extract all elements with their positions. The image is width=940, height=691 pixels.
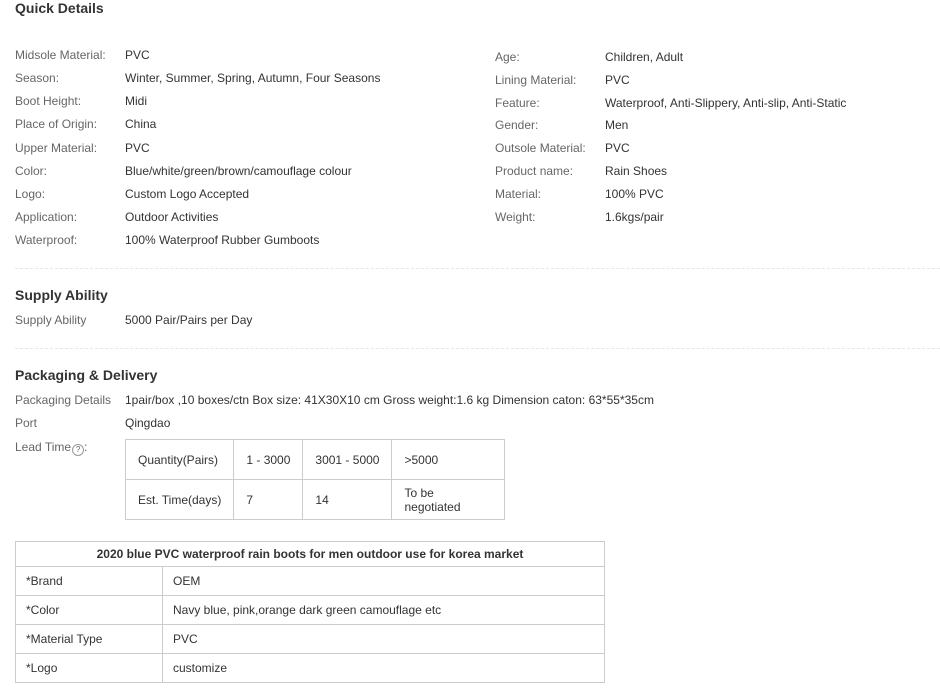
table-cell: 1 - 3000	[233, 439, 304, 480]
detail-value: 100% Waterproof Rubber Gumboots	[125, 233, 320, 247]
detail-label: Application:	[15, 210, 78, 224]
help-icon[interactable]: ?	[72, 444, 85, 456]
port-value: Qingdao	[125, 416, 171, 430]
supply-ability-label: Supply Ability	[15, 313, 87, 327]
detail-value: Custom Logo Accepted	[125, 187, 250, 201]
spec-key: *Logo	[15, 653, 163, 683]
table-cell: >5000	[391, 439, 506, 480]
detail-value: Outdoor Activities	[125, 210, 219, 224]
detail-value: Children, Adult	[605, 50, 684, 64]
section-divider	[15, 268, 940, 269]
detail-label: Outsole Material:	[495, 141, 586, 155]
spec-key: *Brand	[15, 566, 163, 596]
table-row: Quantity(Pairs) 1 - 3000 3001 - 5000 >50…	[124, 439, 506, 480]
detail-value: 1.6kgs/pair	[605, 210, 664, 224]
table-row: 2020 blue PVC waterproof rain boots for …	[15, 541, 605, 567]
detail-value: PVC	[605, 73, 630, 87]
detail-value: Blue/white/green/brown/camouflage colour	[125, 164, 352, 178]
table-cell: Est. Time(days)	[124, 479, 235, 520]
detail-label: Season:	[15, 71, 60, 85]
packaging-delivery-title: Packaging & Delivery	[15, 367, 158, 383]
product-spec-table: 2020 blue PVC waterproof rain boots for …	[15, 541, 605, 683]
detail-label: Product name:	[495, 164, 574, 178]
detail-label: Waterproof:	[15, 233, 78, 247]
lead-time-text: Lead Time	[15, 440, 72, 454]
spec-value: Navy blue, pink,orange dark green camouf…	[162, 595, 605, 625]
spec-key: *Color	[15, 595, 163, 625]
detail-label: Logo:	[15, 187, 46, 201]
detail-value: Waterproof, Anti-Slippery, Anti-slip, An…	[605, 96, 847, 110]
detail-label: Color:	[15, 164, 48, 178]
lead-time-label: Lead Time?:	[15, 440, 87, 456]
spec-key: *Material Type	[15, 624, 163, 654]
table-row: Est. Time(days) 7 14 To be negotiated	[124, 479, 506, 520]
table-cell: To be negotiated	[391, 479, 506, 520]
table-row: *Brand OEM	[15, 566, 605, 596]
detail-label: Boot Height:	[15, 94, 82, 108]
table-row: *Material Type PVC	[15, 624, 605, 654]
detail-value: 100% PVC	[605, 187, 664, 201]
table-cell: 3001 - 5000	[302, 439, 393, 480]
supply-ability-value: 5000 Pair/Pairs per Day	[125, 313, 253, 327]
detail-value: China	[125, 117, 157, 131]
detail-label: Place of Origin:	[15, 117, 98, 131]
detail-label: Weight:	[495, 210, 536, 224]
detail-label: Gender:	[495, 118, 539, 132]
table-cell: Quantity(Pairs)	[124, 439, 235, 480]
lead-time-colon: :	[84, 440, 88, 454]
spec-value: PVC	[162, 624, 605, 654]
lead-time-table: Quantity(Pairs) 1 - 3000 3001 - 5000 >50…	[124, 439, 506, 520]
detail-value: Rain Shoes	[605, 164, 668, 178]
table-cell: 7	[233, 479, 304, 520]
table-row: *Color Navy blue, pink,orange dark green…	[15, 595, 605, 625]
supply-ability-title: Supply Ability	[15, 287, 108, 303]
detail-value: Midi	[125, 94, 148, 108]
detail-label: Upper Material:	[15, 141, 98, 155]
detail-label: Feature:	[495, 96, 540, 110]
detail-value: PVC	[605, 141, 630, 155]
section-divider	[15, 348, 940, 349]
table-cell: 14	[302, 479, 393, 520]
detail-value: Winter, Summer, Spring, Autumn, Four Sea…	[125, 71, 381, 85]
spec-table-title: 2020 blue PVC waterproof rain boots for …	[15, 541, 605, 567]
detail-value: Men	[605, 118, 629, 132]
port-label: Port	[15, 416, 38, 430]
detail-value: PVC	[125, 48, 150, 62]
detail-label: Midsole Material:	[15, 48, 106, 62]
spec-value: customize	[162, 653, 605, 683]
detail-value: PVC	[125, 141, 150, 155]
spec-value: OEM	[162, 566, 605, 596]
packaging-details-value: 1pair/box ,10 boxes/ctn Box size: 41X30X…	[125, 393, 654, 407]
table-row: *Logo customize	[15, 653, 605, 683]
quick-details-title: Quick Details	[15, 0, 104, 16]
detail-label: Age:	[495, 50, 520, 64]
detail-label: Material:	[495, 187, 542, 201]
packaging-details-label: Packaging Details	[15, 393, 112, 407]
detail-label: Lining Material:	[495, 73, 577, 87]
